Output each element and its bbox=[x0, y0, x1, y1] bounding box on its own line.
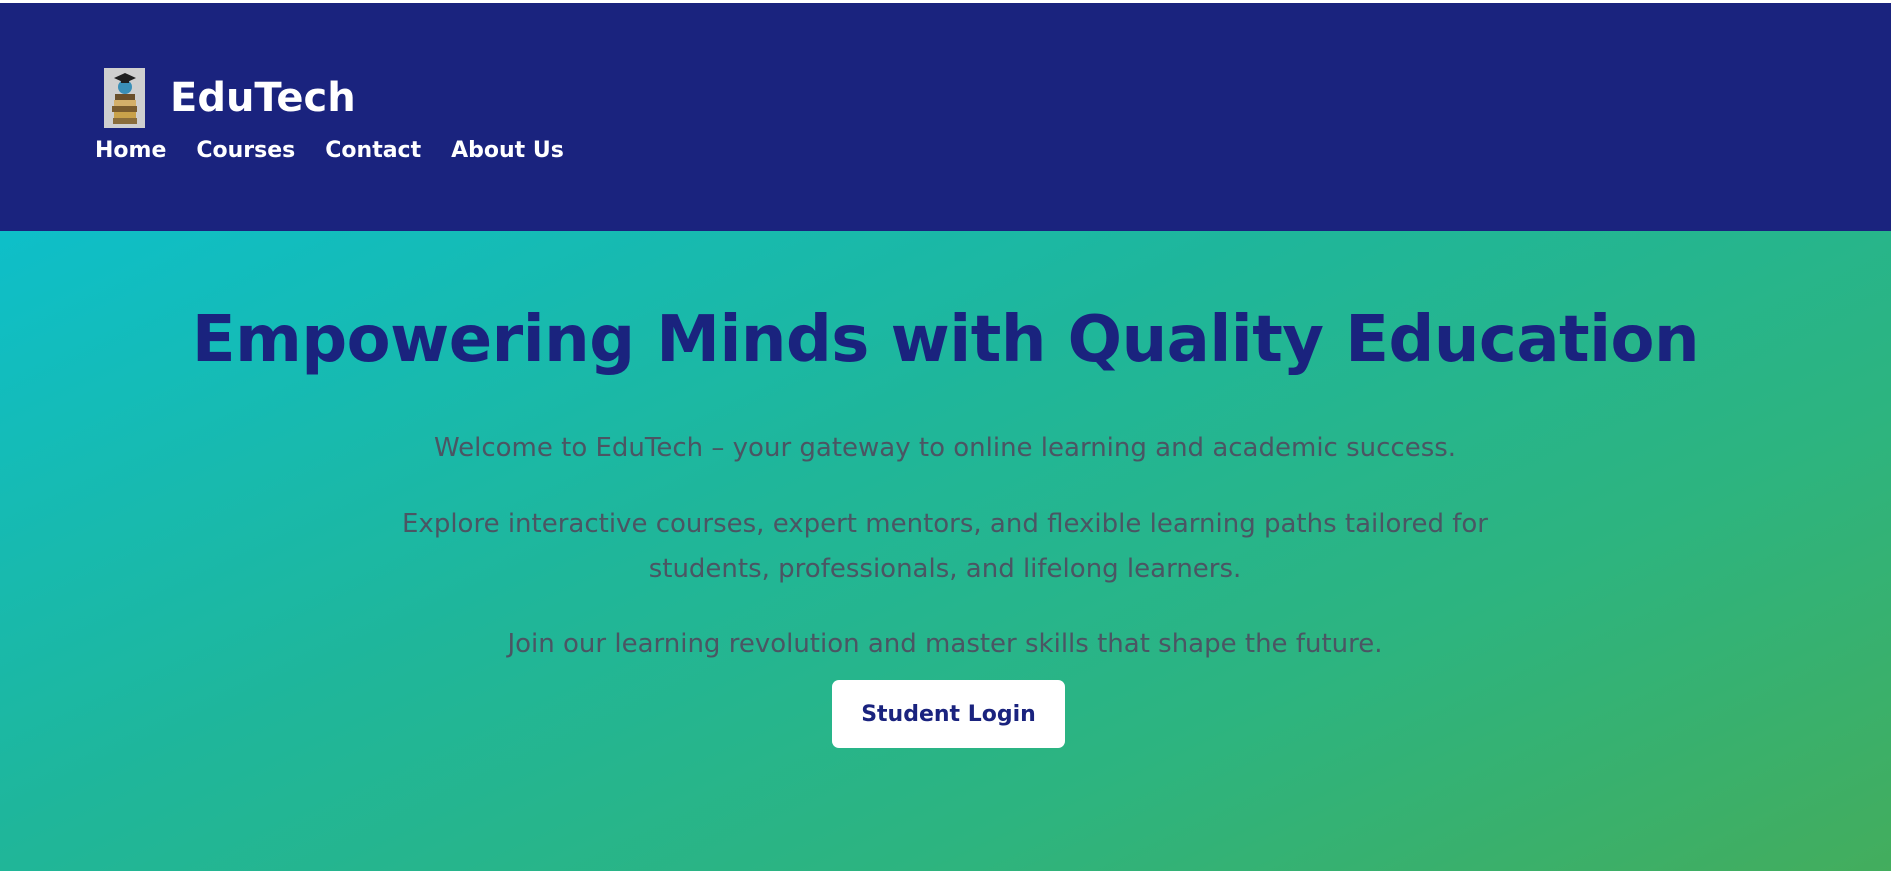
nav-link-contact[interactable]: Contact bbox=[325, 138, 421, 163]
graduation-books-icon bbox=[104, 68, 145, 128]
hero-section: Empowering Minds with Quality Education … bbox=[0, 231, 1891, 871]
site-header: EduTech Home Courses Contact About Us bbox=[0, 3, 1891, 231]
nav-link-about-us[interactable]: About Us bbox=[451, 138, 564, 163]
nav-link-home[interactable]: Home bbox=[95, 138, 166, 163]
brand[interactable]: EduTech bbox=[104, 68, 356, 128]
brand-name: EduTech bbox=[170, 75, 356, 121]
hero-join-text: Join our learning revolution and master … bbox=[507, 629, 1383, 659]
main-nav: Home Courses Contact About Us bbox=[95, 138, 594, 163]
hero-welcome-text: Welcome to EduTech – your gateway to onl… bbox=[433, 433, 1457, 463]
student-login-button[interactable]: Student Login bbox=[832, 680, 1065, 748]
hero-explore-text: Explore interactive courses, expert ment… bbox=[402, 509, 1488, 584]
nav-link-courses[interactable]: Courses bbox=[196, 138, 295, 163]
hero-title: Empowering Minds with Quality Education bbox=[191, 303, 1700, 377]
